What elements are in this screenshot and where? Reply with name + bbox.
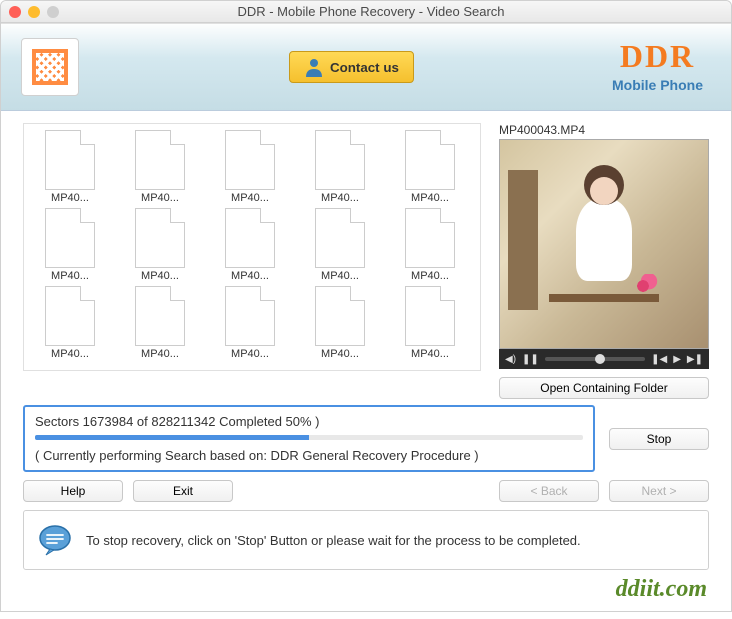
volume-icon[interactable]: ◀) — [505, 354, 516, 365]
file-item[interactable]: MP40... — [118, 130, 202, 204]
person-icon — [304, 57, 324, 77]
file-item[interactable]: MP40... — [388, 286, 472, 360]
file-icon — [315, 130, 365, 190]
file-label: MP40... — [35, 270, 105, 282]
file-item[interactable]: MP40... — [118, 208, 202, 282]
file-label: MP40... — [305, 348, 375, 360]
contact-us-button[interactable]: Contact us — [289, 51, 414, 83]
watermark: ddiit.com — [1, 570, 731, 611]
file-label: MP40... — [395, 348, 465, 360]
file-label: MP40... — [125, 192, 195, 204]
open-containing-folder-button[interactable]: Open Containing Folder — [499, 377, 709, 399]
file-icon — [225, 286, 275, 346]
preview-image — [500, 140, 708, 348]
file-icon — [405, 130, 455, 190]
preview-panel: MP400043.MP4 ◀) ❚❚ ❚◀ ▶ ▶❚ — [499, 123, 709, 371]
progress-box: Sectors 1673984 of 828211342 Completed 5… — [23, 405, 595, 472]
file-label: MP40... — [215, 270, 285, 282]
file-item[interactable]: MP40... — [298, 286, 382, 360]
next-icon[interactable]: ▶❚ — [687, 354, 703, 365]
file-label: MP40... — [35, 192, 105, 204]
file-icon — [45, 286, 95, 346]
video-preview[interactable] — [499, 139, 709, 349]
file-item[interactable]: MP40... — [28, 286, 112, 360]
file-label: MP40... — [125, 270, 195, 282]
file-item[interactable]: MP40... — [298, 208, 382, 282]
prev-icon[interactable]: ❚◀ — [651, 354, 667, 365]
media-controls: ◀) ❚❚ ❚◀ ▶ ▶❚ — [499, 349, 709, 369]
progress-status: Sectors 1673984 of 828211342 Completed 5… — [35, 414, 583, 429]
file-label: MP40... — [215, 192, 285, 204]
file-item[interactable]: MP40... — [208, 208, 292, 282]
window-title: DDR - Mobile Phone Recovery - Video Sear… — [19, 4, 723, 19]
nav-row: Help Exit < Back Next > — [1, 472, 731, 502]
hint-text: To stop recovery, click on 'Stop' Button… — [86, 533, 581, 548]
file-item[interactable]: MP40... — [28, 130, 112, 204]
file-item[interactable]: MP40... — [118, 286, 202, 360]
file-icon — [225, 130, 275, 190]
file-icon — [405, 286, 455, 346]
file-icon — [135, 130, 185, 190]
brand-subtitle: Mobile Phone — [612, 77, 703, 93]
play-icon[interactable]: ▶ — [673, 354, 681, 365]
file-item[interactable]: MP40... — [388, 130, 472, 204]
progress-row: Sectors 1673984 of 828211342 Completed 5… — [1, 399, 731, 472]
stop-button[interactable]: Stop — [609, 428, 709, 450]
file-label: MP40... — [395, 192, 465, 204]
file-icon — [45, 208, 95, 268]
file-icon — [45, 130, 95, 190]
exit-button[interactable]: Exit — [133, 480, 233, 502]
file-icon — [315, 208, 365, 268]
preview-filename: MP400043.MP4 — [499, 123, 709, 137]
header: Contact us DDR Mobile Phone — [1, 23, 731, 111]
content-area: MP40... MP40... MP40... MP40... MP40... MP40.… — [1, 111, 731, 371]
file-label: MP40... — [395, 270, 465, 282]
file-label: MP40... — [305, 270, 375, 282]
file-icon — [135, 208, 185, 268]
file-icon — [405, 208, 455, 268]
file-label: MP40... — [35, 348, 105, 360]
contact-us-label: Contact us — [330, 60, 399, 75]
help-button[interactable]: Help — [23, 480, 123, 502]
progress-bar — [35, 435, 583, 440]
brand: DDR Mobile Phone — [612, 38, 703, 93]
back-button: < Back — [499, 480, 599, 502]
file-item[interactable]: MP40... — [208, 286, 292, 360]
file-grid: MP40... MP40... MP40... MP40... MP40... MP40.… — [23, 123, 481, 371]
file-icon — [225, 208, 275, 268]
progress-subtitle: ( Currently performing Search based on: … — [35, 448, 583, 463]
progress-fill — [35, 435, 309, 440]
next-button: Next > — [609, 480, 709, 502]
app-logo — [21, 38, 79, 96]
file-label: MP40... — [305, 192, 375, 204]
file-label: MP40... — [125, 348, 195, 360]
brand-title: DDR — [612, 38, 703, 75]
file-icon — [315, 286, 365, 346]
file-item[interactable]: MP40... — [208, 130, 292, 204]
file-item[interactable]: MP40... — [298, 130, 382, 204]
file-item[interactable]: MP40... — [28, 208, 112, 282]
pause-icon[interactable]: ❚❚ — [522, 354, 539, 365]
app-window: DDR - Mobile Phone Recovery - Video Sear… — [0, 0, 732, 612]
logo-icon — [32, 49, 68, 85]
file-item[interactable]: MP40... — [388, 208, 472, 282]
info-icon — [38, 523, 72, 557]
hint-box: To stop recovery, click on 'Stop' Button… — [23, 510, 709, 570]
file-label: MP40... — [215, 348, 285, 360]
titlebar: DDR - Mobile Phone Recovery - Video Sear… — [1, 1, 731, 23]
file-icon — [135, 286, 185, 346]
seek-bar[interactable] — [545, 357, 645, 361]
